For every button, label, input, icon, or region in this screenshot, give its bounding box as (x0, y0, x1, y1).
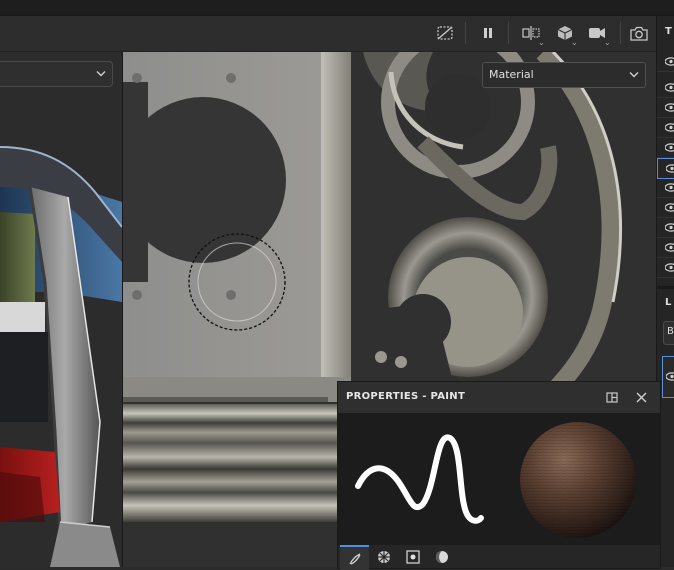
material-dropdown[interactable]: Material (482, 62, 646, 88)
layer-row[interactable] (657, 218, 674, 238)
layer-row[interactable] (657, 238, 674, 258)
eye-icon[interactable] (665, 183, 674, 192)
panel-splitter[interactable] (657, 286, 674, 289)
pause-icon[interactable] (478, 20, 498, 46)
layer-row[interactable] (657, 52, 674, 72)
tab-brush[interactable] (340, 545, 369, 570)
close-icon[interactable] (636, 392, 647, 403)
viewport-toolbar: ⌄ ⌄ ⌄ (0, 16, 656, 52)
title-strip (0, 0, 674, 16)
material-ball-icon (435, 550, 448, 563)
eye-icon[interactable] (665, 143, 674, 152)
section-header-label: L (665, 297, 672, 308)
panel-header-label: T (665, 26, 672, 37)
tab-alpha[interactable] (369, 545, 398, 568)
layer-row[interactable] (657, 138, 674, 158)
panel-header[interactable]: PROPERTIES - PAINT (338, 382, 660, 414)
material-dropdown-value: Material (489, 68, 534, 81)
eye-icon[interactable] (666, 164, 674, 173)
chevron-down-icon (96, 71, 106, 77)
blend-mode-label: B (667, 326, 674, 337)
toolbar-separator (508, 22, 509, 44)
eye-icon[interactable] (665, 103, 674, 112)
chevron-down-icon (629, 72, 639, 78)
eye-icon[interactable] (665, 243, 674, 252)
toolbar-separator (620, 22, 621, 44)
layer-row[interactable] (657, 198, 674, 218)
layer-row[interactable] (657, 178, 674, 198)
layer-row[interactable] (657, 258, 674, 278)
blend-mode-dropdown[interactable]: B (663, 321, 674, 345)
panel-title: PROPERTIES - PAINT (346, 391, 466, 402)
3d-viewport[interactable] (0, 52, 122, 567)
paint-property-tabs (338, 545, 660, 570)
dock-icon[interactable] (606, 392, 618, 403)
eye-icon[interactable] (666, 372, 674, 381)
paint-preview-area (338, 414, 660, 545)
eye-icon[interactable] (665, 263, 674, 272)
eye-icon[interactable] (665, 223, 674, 232)
toolbar-separator (465, 22, 466, 44)
chevron-down-icon[interactable]: ⌄ (538, 38, 545, 47)
hide-icon[interactable] (433, 20, 457, 46)
material-sphere-preview[interactable] (518, 418, 638, 538)
brush-icon (348, 552, 361, 565)
layer-row-selected[interactable] (657, 158, 674, 179)
viewport-mode-dropdown[interactable] (0, 61, 113, 87)
eye-icon[interactable] (665, 57, 674, 66)
layer-row[interactable] (657, 118, 674, 138)
layer-item-selected[interactable] (662, 356, 674, 398)
brush-stroke-preview[interactable] (348, 426, 488, 531)
checker-sphere-icon (377, 550, 390, 563)
properties-paint-panel: PROPERTIES - PAINT (337, 381, 661, 570)
stencil-icon (405, 549, 420, 564)
eye-icon[interactable] (665, 203, 674, 212)
tab-material[interactable] (427, 545, 456, 568)
screenshot-icon[interactable] (628, 20, 650, 46)
chevron-down-icon[interactable]: ⌄ (604, 38, 611, 47)
eye-icon[interactable] (665, 83, 674, 92)
tab-stencil[interactable] (398, 545, 427, 568)
chevron-down-icon[interactable]: ⌄ (571, 38, 578, 47)
eye-icon[interactable] (665, 123, 674, 132)
layer-row[interactable] (657, 78, 674, 98)
layer-row[interactable] (657, 98, 674, 118)
